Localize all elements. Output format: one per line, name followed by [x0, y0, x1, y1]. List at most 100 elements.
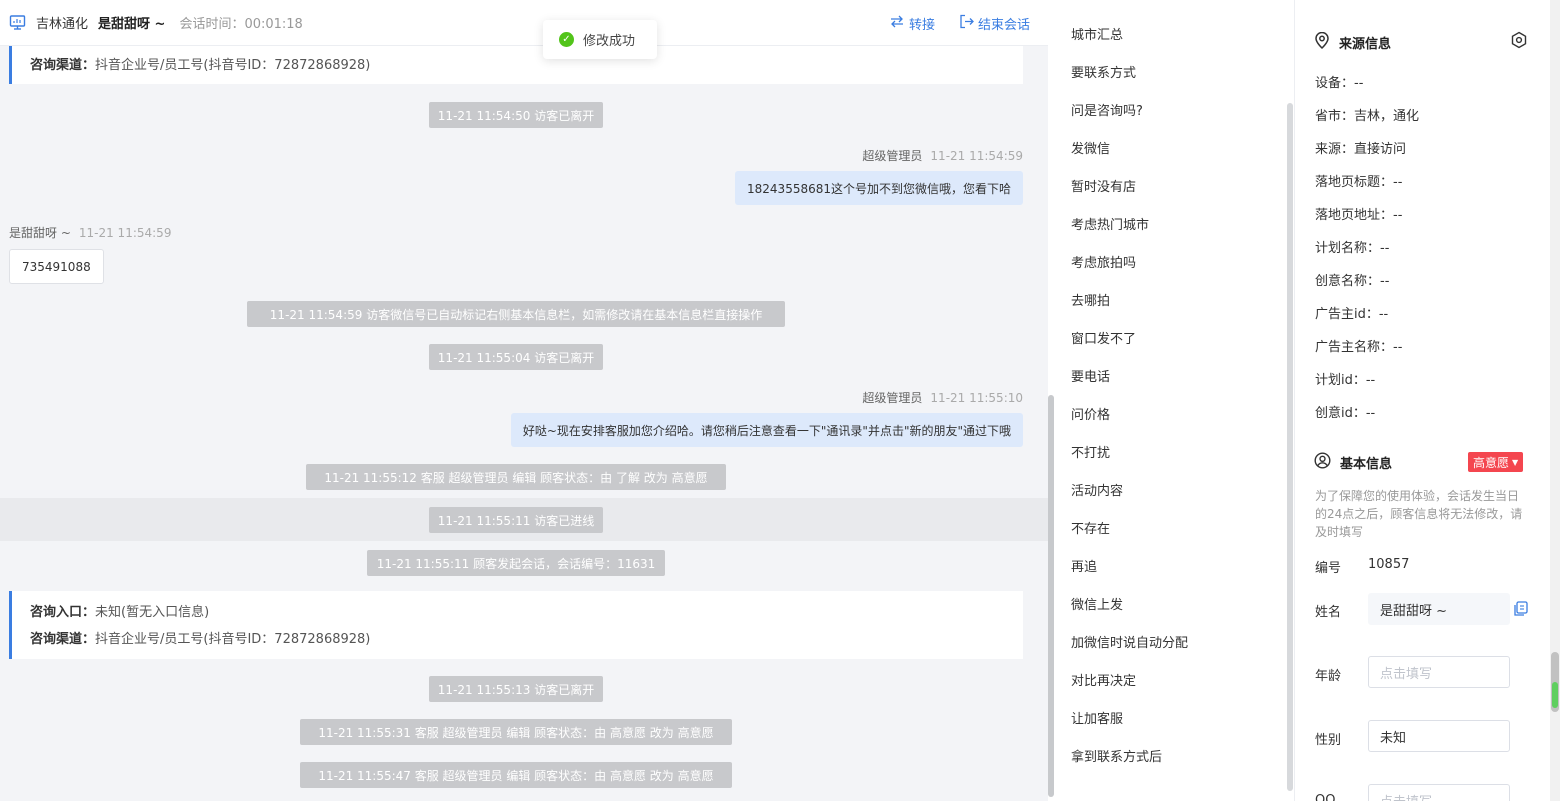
- quick-reply-item[interactable]: 窗口发不了: [1071, 328, 1136, 347]
- message-meta: 超级管理员 11-21 11:55:10: [862, 389, 1023, 406]
- quick-reply-item[interactable]: 考虑旅拍吗: [1071, 252, 1136, 271]
- basic-info-title: 基本信息: [1314, 452, 1392, 473]
- transfer-label: 转接: [908, 17, 935, 33]
- source-info-row: 设备：--: [1315, 76, 1364, 91]
- entry-card: 咨询入口： 未知(暂无入口信息) 咨询渠道： 抖音企业号/员工号(抖音号ID：728…: [9, 591, 1023, 659]
- section-title: 基本信息: [1340, 457, 1393, 472]
- quick-reply-item[interactable]: 要电话: [1071, 366, 1110, 385]
- system-message: 11-21 11:55:11 顾客发起会话，会话编号：11631: [367, 550, 665, 576]
- qq-input[interactable]: 点击填写: [1368, 784, 1510, 801]
- id-label: 编号: [1315, 561, 1342, 576]
- system-message: 11-21 11:55:47 客服 超级管理员 编辑 顾客状态：由 高意愿 改为…: [300, 762, 732, 788]
- system-message: 11-21 11:54:59 访客微信号已自动标记右侧基本信息栏，如需修改请在基…: [247, 301, 785, 327]
- quick-reply-item[interactable]: 对比再决定: [1071, 670, 1136, 689]
- info-panel: 来源信息 设备：-- 省市：吉林，通化 来源：直接访问 落地页标题：-- 落地页地址：-…: [1296, 0, 1550, 801]
- message-time: 11-21 11:55:10: [930, 391, 1023, 405]
- channel-value: 抖音企业号/员工号(抖音号ID：72872868928): [95, 632, 371, 647]
- quick-reply-item[interactable]: 微信上发: [1071, 594, 1123, 613]
- quick-reply-item[interactable]: 去哪拍: [1071, 290, 1110, 309]
- visitor-location: 吉林通化: [36, 17, 89, 32]
- session-time: 会话时间：00:01:18: [179, 17, 303, 32]
- transfer-button[interactable]: 转接: [889, 14, 935, 33]
- exit-icon: [959, 14, 974, 33]
- quick-reply-item[interactable]: 发微信: [1071, 138, 1110, 157]
- success-toast: ✓ 修改成功: [543, 20, 657, 59]
- quick-reply-item[interactable]: 拿到联系方式后: [1071, 746, 1162, 765]
- copy-icon[interactable]: [1513, 601, 1528, 617]
- end-session-button[interactable]: 结束会话: [959, 14, 1030, 33]
- quick-reply-item[interactable]: 考虑热门城市: [1071, 214, 1149, 233]
- entry-label: 咨询入口：: [30, 605, 96, 620]
- settings-icon[interactable]: [1510, 31, 1528, 49]
- system-message: 11-21 11:55:04 访客已离开: [429, 344, 603, 370]
- system-message: 11-21 11:54:50 访客已离开: [429, 102, 603, 128]
- source-info-row: 落地页地址：--: [1315, 208, 1403, 223]
- source-info-row: 来源：直接访问: [1315, 142, 1407, 157]
- page-scrollbar-indicator: [1552, 682, 1558, 708]
- source-info-row: 落地页标题：--: [1315, 175, 1403, 190]
- source-info-row: 计划名称：--: [1315, 241, 1390, 256]
- quick-reply-item[interactable]: 城市汇总: [1071, 24, 1123, 43]
- source-info-row: 广告主id：--: [1315, 307, 1389, 322]
- sender-name: 超级管理员: [862, 149, 923, 163]
- location-pin-icon: [1314, 31, 1330, 53]
- channel-label: 咨询渠道：: [30, 632, 96, 647]
- source-info-row: 创意id：--: [1315, 406, 1376, 421]
- source-info-title: 来源信息: [1314, 31, 1392, 53]
- quick-reply-item[interactable]: 问是咨询吗?: [1071, 100, 1143, 119]
- source-info-row: 创意名称：--: [1315, 274, 1390, 289]
- toast-text: 修改成功: [583, 34, 636, 49]
- quick-reply-item[interactable]: 活动内容: [1071, 480, 1123, 499]
- user-circle-icon: [1314, 452, 1331, 473]
- quick-reply-item[interactable]: 让加客服: [1071, 708, 1123, 727]
- intent-badge-label: 高意愿: [1473, 455, 1510, 470]
- chat-panel: 吉林通化 是甜甜呀 ~ 会话时间：00:01:18 转接 结束会话 咨询渠道：抖…: [0, 0, 1048, 801]
- qq-label: QQ: [1315, 793, 1336, 801]
- name-label: 姓名: [1315, 605, 1342, 620]
- age-label: 年龄: [1315, 669, 1342, 684]
- quick-reply-item[interactable]: 不打扰: [1071, 442, 1110, 461]
- quick-reply-item[interactable]: 加微信时说自动分配: [1071, 632, 1188, 651]
- channel-value: 抖音企业号/员工号(抖音号ID：72872868928): [95, 58, 371, 73]
- caret-down-icon: ▼: [1512, 457, 1519, 467]
- gender-label: 性别: [1315, 733, 1342, 748]
- chat-scrollbar-thumb[interactable]: [1048, 395, 1054, 797]
- channel-card-top: 咨询渠道： 抖音企业号/员工号(抖音号ID：72872868928): [9, 46, 1023, 84]
- entry-value: 未知(暂无入口信息): [95, 605, 210, 620]
- gender-select[interactable]: 未知: [1368, 720, 1510, 752]
- page-scrollbar[interactable]: [1550, 0, 1560, 801]
- check-circle-icon: ✓: [559, 32, 574, 47]
- visitor-name: 是甜甜呀 ~: [98, 17, 166, 32]
- system-message: 11-21 11:55:11 访客已进线: [429, 507, 603, 533]
- name-field[interactable]: 是甜甜呀 ~: [1368, 593, 1510, 625]
- edit-notice: 为了保障您的使用体验，会话发生当日的24点之后，顾客信息将无法修改，请及时填写: [1315, 489, 1523, 539]
- quick-reply-item[interactable]: 要联系方式: [1071, 62, 1136, 81]
- quick-reply-item[interactable]: 暂时没有店: [1071, 176, 1136, 195]
- source-info-row: 省市：吉林，通化: [1315, 109, 1420, 124]
- intent-status-dropdown[interactable]: 高意愿 ▼: [1468, 452, 1524, 472]
- quick-reply-scrollbar[interactable]: [1287, 103, 1293, 791]
- sender-name: 是甜甜呀 ~: [9, 226, 71, 240]
- end-session-label: 结束会话: [977, 17, 1030, 33]
- transfer-icon: [889, 15, 905, 32]
- source-info-row: 计划id：--: [1315, 373, 1376, 388]
- system-message: 11-21 11:55:31 客服 超级管理员 编辑 顾客状态：由 高意愿 改为…: [300, 719, 732, 745]
- source-info-row: 广告主名称：--: [1315, 340, 1403, 355]
- quick-reply-item[interactable]: 再追: [1071, 556, 1097, 575]
- message-meta: 是甜甜呀 ~ 11-21 11:54:59: [9, 224, 171, 241]
- message-meta: 超级管理员 11-21 11:54:59: [862, 147, 1023, 164]
- chat-header: 吉林通化 是甜甜呀 ~ 会话时间：00:01:18 转接 结束会话: [0, 0, 1048, 46]
- chat-scrollbar[interactable]: [1048, 0, 1054, 801]
- quick-reply-panel: 城市汇总要联系方式问是咨询吗? 发微信暂时没有店考虑热门城市 考虑旅拍吗去哪拍窗口发…: [1055, 0, 1295, 801]
- channel-label: 咨询渠道：: [30, 58, 96, 73]
- age-input[interactable]: 点击填写: [1368, 656, 1510, 688]
- quick-reply-item[interactable]: 问价格: [1071, 404, 1110, 423]
- agent-message: 18243558681这个号加不到您微信哦，您看下哈: [735, 171, 1023, 205]
- monitor-icon: [9, 14, 26, 31]
- quick-reply-item[interactable]: 不存在: [1071, 518, 1110, 537]
- visitor-message: 735491088: [9, 249, 104, 284]
- system-message: 11-21 11:55:12 客服 超级管理员 编辑 顾客状态：由 了解 改为 …: [306, 464, 726, 490]
- sender-name: 超级管理员: [862, 391, 923, 405]
- section-title: 来源信息: [1339, 37, 1392, 52]
- agent-message: 好哒~现在安排客服加您介绍哈。请您稍后注意查看一下"通讯录"并点击"新的朋友"通…: [510, 413, 1023, 447]
